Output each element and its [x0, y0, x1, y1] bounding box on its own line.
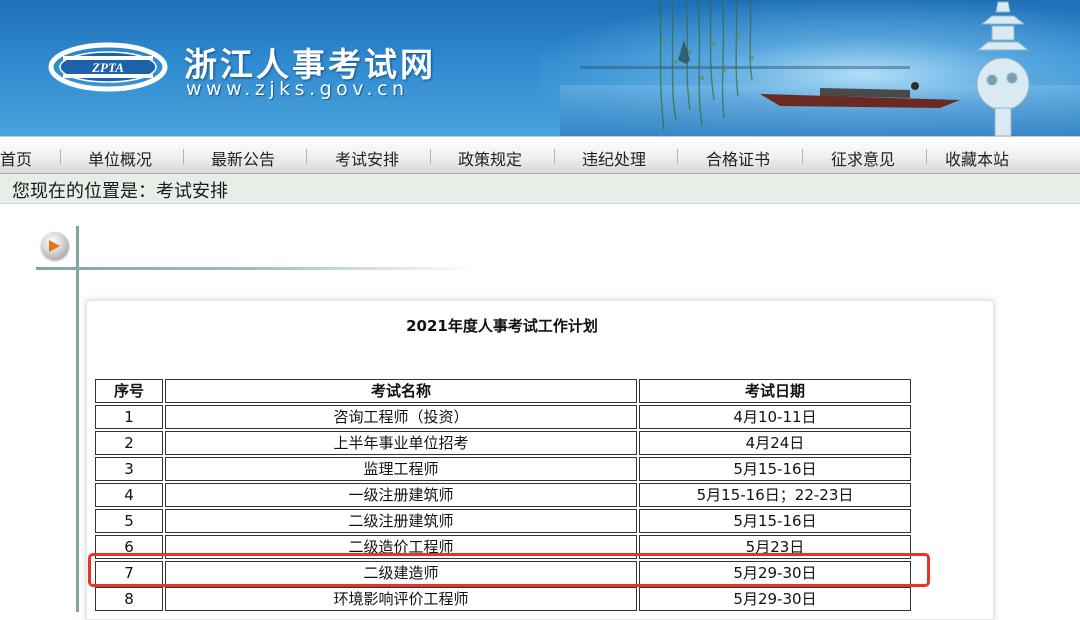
breadcrumb-text: 您现在的位置是：考试安排: [12, 181, 228, 202]
column-header: 考试日期: [639, 379, 911, 403]
nav-item-feedback[interactable]: 征求意见: [831, 146, 895, 170]
table-row-highlighted: 7 二级建造师 5月29-30日: [95, 561, 911, 585]
svg-text:ZPTA: ZPTA: [91, 60, 124, 75]
exam-name: 咨询工程师（投资）: [165, 405, 637, 429]
nav-divider: [677, 149, 678, 164]
site-url: www.zjks.gov.cn: [186, 78, 409, 100]
nav-divider: [306, 149, 307, 164]
boat-decoration: [760, 82, 960, 108]
row-number: 5: [95, 509, 163, 533]
nav-item-announcements[interactable]: 最新公告: [211, 146, 275, 170]
row-number: 7: [95, 561, 163, 585]
exam-date: 5月15-16日；22-23日: [639, 483, 911, 507]
exam-date: 4月10-11日: [639, 405, 911, 429]
row-number: 1: [95, 405, 163, 429]
exam-name: 一级注册建筑师: [165, 483, 637, 507]
nav-item-about[interactable]: 单位概况: [88, 146, 152, 170]
arrow-right-icon: [49, 240, 60, 252]
table-row: 5 二级注册建筑师 5月15-16日: [95, 509, 911, 533]
exam-name: 环境影响评价工程师: [165, 587, 637, 611]
nav-item-violations[interactable]: 违纪处理: [582, 146, 646, 170]
breadcrumb: 您现在的位置是：考试安排: [0, 174, 1080, 204]
row-number: 3: [95, 457, 163, 481]
nav-divider: [554, 149, 555, 164]
nav-item-exam-schedule[interactable]: 考试安排: [335, 146, 399, 170]
nav-divider: [802, 149, 803, 164]
content-panel: 2021年度人事考试工作计划 序号 考试名称 考试日期 1 咨询工程师（投资） …: [86, 300, 994, 620]
table-row: 6 二级造价工程师 5月23日: [95, 535, 911, 559]
nav-divider: [183, 149, 184, 164]
nav-divider: [430, 149, 431, 164]
nav-item-policy[interactable]: 政策规定: [458, 146, 522, 170]
willow-decoration: [659, 0, 754, 131]
row-number: 8: [95, 587, 163, 611]
table-header-row: 序号 考试名称 考试日期: [95, 379, 911, 403]
column-header: 序号: [95, 379, 163, 403]
frame-line: [36, 267, 476, 270]
exam-date: 5月29-30日: [639, 587, 911, 611]
exam-name: 二级建造师: [165, 561, 637, 585]
table-row: 4 一级注册建筑师 5月15-16日；22-23日: [95, 483, 911, 507]
section-bullet-icon: [41, 232, 69, 260]
exam-date: 5月15-16日: [639, 457, 911, 481]
row-number: 4: [95, 483, 163, 507]
exam-name: 上半年事业单位招考: [165, 431, 637, 455]
main-nav: 首页 单位概况 最新公告 考试安排 政策规定 违纪处理 合格证书 征求意见 收藏…: [0, 136, 1080, 174]
plan-title: 2021年度人事考试工作计划: [406, 317, 598, 335]
table-row: 8 环境影响评价工程师 5月29-30日: [95, 587, 911, 611]
nav-divider: [926, 149, 927, 164]
nav-item-bookmark[interactable]: 收藏本站: [945, 146, 1009, 170]
frame-line: [76, 270, 79, 612]
exam-date: 5月23日: [639, 535, 911, 559]
zpta-logo: ZPTA: [48, 42, 168, 92]
table-row: 3 监理工程师 5月15-16日: [95, 457, 911, 481]
exam-date: 4月24日: [639, 431, 911, 455]
nav-item-certificates[interactable]: 合格证书: [706, 146, 770, 170]
nav-item-home[interactable]: 首页: [0, 146, 32, 170]
exam-date: 5月15-16日: [639, 509, 911, 533]
exam-plan-table: 序号 考试名称 考试日期 1 咨询工程师（投资） 4月10-11日 2 上半年事…: [93, 377, 913, 613]
nav-divider: [60, 149, 61, 164]
exam-name: 二级注册建筑师: [165, 509, 637, 533]
table-row: 1 咨询工程师（投资） 4月10-11日: [95, 405, 911, 429]
frame-line: [76, 226, 79, 270]
row-number: 2: [95, 431, 163, 455]
pagoda-decoration: [976, 1, 1030, 136]
exam-date: 5月29-30日: [639, 561, 911, 585]
site-header-banner: ZPTA 浙江人事考试网 www.zjks.gov.cn: [0, 0, 1080, 136]
column-header: 考试名称: [165, 379, 637, 403]
table-row: 2 上半年事业单位招考 4月24日: [95, 431, 911, 455]
exam-name: 监理工程师: [165, 457, 637, 481]
row-number: 6: [95, 535, 163, 559]
exam-name: 二级造价工程师: [165, 535, 637, 559]
